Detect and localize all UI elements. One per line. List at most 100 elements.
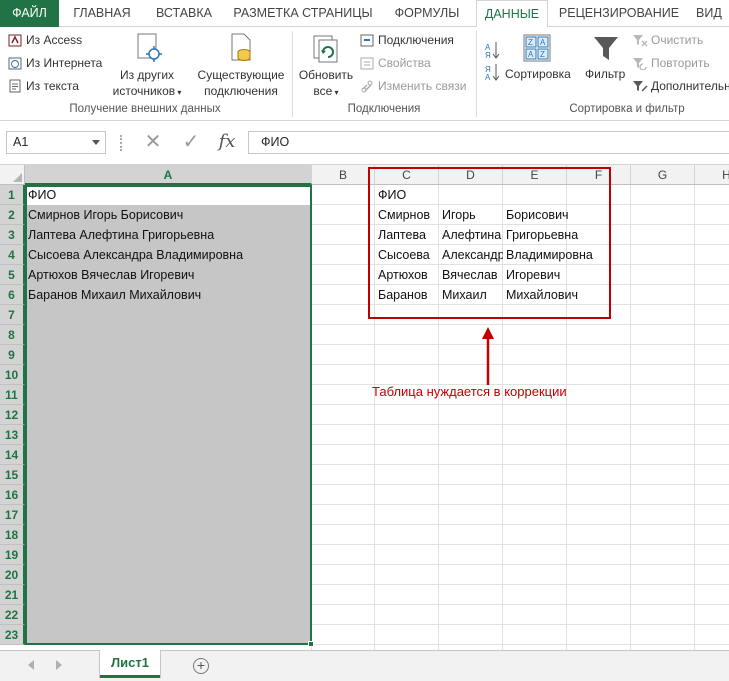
row-header[interactable]: 13	[0, 425, 25, 445]
cell-a3[interactable]: Лаптева Алефтина Григорьевна	[25, 225, 312, 245]
row-header[interactable]: 6	[0, 285, 25, 305]
ribbon-separator	[476, 31, 477, 117]
tab-home[interactable]: ГЛАВНАЯ	[62, 0, 142, 27]
existing-label-2: подключения	[204, 84, 278, 98]
advanced-button[interactable]: Дополнительно	[651, 79, 729, 93]
column-header-g[interactable]: G	[631, 165, 695, 185]
cell-a6[interactable]: Баранов Михаил Михайлович	[25, 285, 312, 305]
column-header-a[interactable]: A	[25, 165, 312, 185]
row-header[interactable]: 8	[0, 325, 25, 345]
cancel-icon[interactable]: ✕	[140, 129, 166, 155]
sort-button[interactable]: Сортировка	[505, 67, 571, 81]
row-header[interactable]: 22	[0, 605, 25, 625]
ribbon-tabs: ФАЙЛ ГЛАВНАЯ ВСТАВКА РАЗМЕТКА СТРАНИЦЫ Ф…	[0, 0, 729, 28]
group-label-external: Получение внешних данных	[69, 103, 221, 115]
row-header[interactable]: 15	[0, 465, 25, 485]
row-header[interactable]: 20	[0, 565, 25, 585]
svg-text:Z: Z	[540, 50, 545, 59]
name-box[interactable]: A1	[6, 131, 106, 154]
existing-label-1: Существующие	[197, 68, 285, 82]
reapply-icon	[633, 58, 647, 70]
svg-text:Я: Я	[485, 51, 491, 60]
cell-a2[interactable]: Смирнов Игорь Борисович	[25, 205, 312, 225]
other-sources-icon	[137, 33, 162, 62]
from-other-label-2: источников	[112, 84, 176, 98]
worksheet-grid: A B C D E F G H 1 2 3 4 5 6 7 8 9 10 11 12 13 14 15 16 1…	[0, 165, 729, 650]
edit-links-button[interactable]: Изменить связи	[378, 79, 466, 93]
from-other-label-1: Из других	[119, 68, 175, 82]
row-header[interactable]: 3	[0, 225, 25, 245]
column-header-b[interactable]: B	[312, 165, 375, 185]
select-all-corner[interactable]	[0, 165, 25, 185]
from-access-button[interactable]: Из Access	[26, 33, 82, 47]
row-header[interactable]: 14	[0, 445, 25, 465]
sheet-tab-list1[interactable]: Лист1	[100, 650, 160, 678]
tab-file[interactable]: ФАЙЛ	[0, 0, 59, 27]
row-header[interactable]: 11	[0, 385, 25, 405]
from-text-button[interactable]: Из текста	[26, 79, 79, 93]
row-header[interactable]: 10	[0, 365, 25, 385]
filter-icon	[594, 37, 618, 60]
row-header[interactable]: 17	[0, 505, 25, 525]
row-header[interactable]: 12	[0, 405, 25, 425]
cell-a4[interactable]: Сысоева Александра Владимировна	[25, 245, 312, 265]
tab-formulas[interactable]: ФОРМУЛЫ	[384, 0, 470, 27]
clear-button[interactable]: Очистить	[651, 33, 703, 47]
connections-icon	[360, 34, 374, 47]
properties-button[interactable]: Свойства	[378, 56, 431, 70]
row-header[interactable]: 23	[0, 625, 25, 645]
tab-page-layout[interactable]: РАЗМЕТКА СТРАНИЦЫ	[226, 0, 380, 27]
row-header[interactable]: 18	[0, 525, 25, 545]
scroll-right-icon[interactable]	[56, 660, 62, 670]
formula-input[interactable]: ФИО	[248, 131, 729, 154]
tab-insert[interactable]: ВСТАВКА	[146, 0, 222, 27]
name-box-value: A1	[13, 135, 29, 149]
existing-connections-button[interactable]: Существующие подключения	[192, 67, 290, 99]
enter-check-icon[interactable]: ✓	[178, 129, 204, 155]
splitter-handle[interactable]	[120, 135, 122, 151]
tab-review[interactable]: РЕЦЕНЗИРОВАНИЕ	[554, 0, 684, 27]
reapply-button[interactable]: Повторить	[651, 56, 710, 70]
filter-button[interactable]: Фильтр	[585, 67, 625, 81]
scroll-left-icon[interactable]	[28, 660, 34, 670]
chevron-down-icon[interactable]	[92, 140, 100, 145]
properties-icon	[360, 57, 374, 70]
existing-connections-icon	[231, 33, 251, 61]
add-sheet-button[interactable]: +	[193, 658, 209, 674]
connections-button[interactable]: Подключения	[378, 33, 454, 47]
formula-bar: A1 ✕ ✓ fx ФИО	[0, 121, 729, 165]
cell-a5[interactable]: Артюхов Вячеслав Игоревич	[25, 265, 312, 285]
row-header[interactable]: 16	[0, 485, 25, 505]
column-gridline	[694, 185, 695, 650]
cell-a1[interactable]: ФИО	[25, 185, 312, 205]
row-header[interactable]: 2	[0, 205, 25, 225]
from-web-button[interactable]: Из Интернета	[26, 56, 102, 70]
tab-data[interactable]: ДАННЫЕ	[476, 0, 548, 28]
refresh-all-button[interactable]: Обновить все ▾	[296, 67, 356, 101]
row-header[interactable]: 1	[0, 185, 25, 205]
row-header[interactable]: 9	[0, 345, 25, 365]
dropdown-arrow-icon: ▾	[175, 88, 182, 97]
sort-az-icons: AЯ ЯA	[485, 42, 500, 82]
row-header[interactable]: 4	[0, 245, 25, 265]
row-header[interactable]: 5	[0, 265, 25, 285]
refresh-label-2: все	[313, 84, 333, 98]
from-other-sources-button[interactable]: Из других источников ▾	[104, 67, 190, 101]
row-header[interactable]: 7	[0, 305, 25, 325]
highlight-box	[368, 167, 611, 319]
refresh-label-1: Обновить	[298, 68, 354, 82]
svg-text:Z: Z	[528, 38, 533, 47]
text-file-icon	[9, 79, 21, 93]
dropdown-arrow-icon: ▾	[332, 88, 339, 97]
sort-icon: Z AA Z	[523, 34, 551, 62]
tab-view[interactable]: ВИД	[692, 0, 729, 27]
annotation-text: Таблица нуждается в коррекции	[372, 384, 567, 399]
fill-handle[interactable]	[308, 641, 314, 647]
refresh-all-icon	[313, 35, 338, 63]
group-label-sort-filter: Сортировка и фильтр	[569, 103, 685, 115]
row-header[interactable]: 21	[0, 585, 25, 605]
column-header-h[interactable]: H	[695, 165, 729, 185]
advanced-filter-icon	[633, 81, 648, 92]
row-header[interactable]: 19	[0, 545, 25, 565]
insert-function-icon[interactable]: fx	[212, 129, 242, 155]
